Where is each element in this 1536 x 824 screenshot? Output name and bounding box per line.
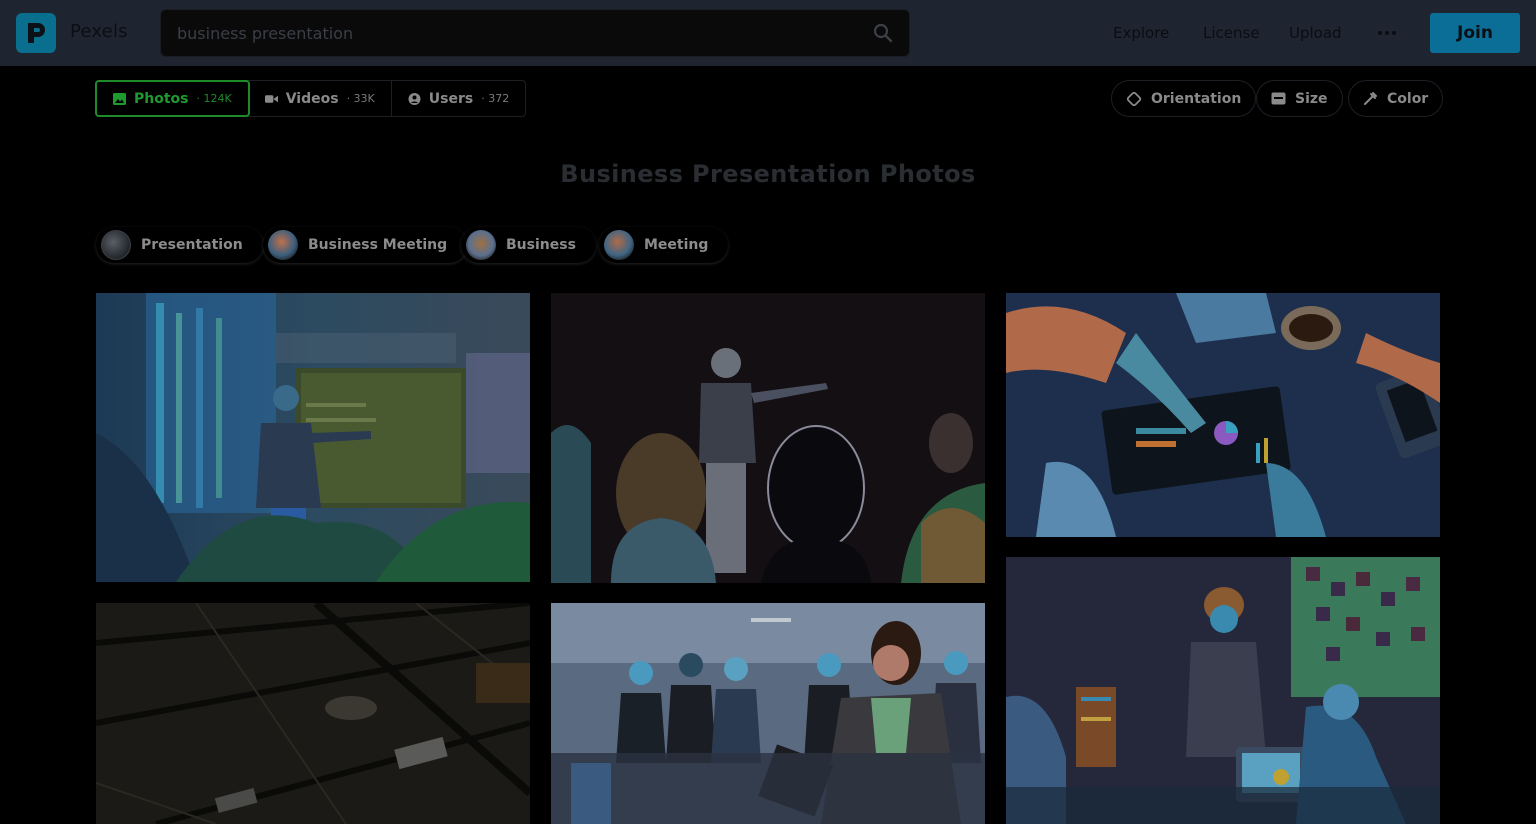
search-icon[interactable]	[873, 23, 893, 43]
chip-label: Business	[506, 237, 576, 253]
tab-videos-label: Videos	[285, 90, 339, 107]
photo-presenter-whiteboard	[96, 293, 530, 582]
photo-card[interactable]	[1006, 557, 1440, 824]
chip-label: Business Meeting	[308, 237, 448, 253]
related-chip-business[interactable]: Business	[461, 227, 596, 263]
nav-license-link[interactable]: License	[1203, 24, 1260, 42]
chip-label: Meeting	[644, 237, 709, 253]
chip-thumbnail	[466, 230, 496, 260]
chip-thumbnail	[268, 230, 298, 260]
top-nav-bar: Pexels Explore License Upload Join	[0, 0, 1536, 66]
orientation-icon	[1126, 91, 1142, 106]
photo-stage-speaker	[551, 293, 985, 583]
more-options-icon[interactable]	[1378, 31, 1396, 35]
photo-office-ceiling	[96, 603, 530, 824]
photo-card[interactable]	[551, 293, 985, 583]
color-filter-button[interactable]: Color	[1348, 80, 1444, 117]
photo-card[interactable]	[96, 293, 530, 582]
orientation-filter-button[interactable]: Orientation	[1111, 80, 1257, 117]
pexels-logo[interactable]	[16, 13, 56, 53]
join-button[interactable]: Join	[1430, 13, 1520, 53]
video-icon	[264, 94, 278, 103]
chip-label: Presentation	[141, 237, 243, 253]
color-picker-icon	[1364, 92, 1377, 105]
tab-photos-count: · 124K	[196, 92, 232, 105]
tab-users-label: Users	[428, 90, 474, 107]
related-chip-business-meeting[interactable]: Business Meeting	[263, 227, 468, 263]
page-title: Business Presentation Photos	[560, 160, 976, 188]
color-filter-label: Color	[1387, 90, 1429, 107]
user-circle-icon	[408, 92, 421, 105]
image-icon	[113, 92, 126, 105]
photo-sticky-note-meeting	[1006, 557, 1440, 824]
chip-thumbnail	[604, 230, 634, 260]
related-chip-presentation[interactable]: Presentation	[96, 227, 263, 263]
photo-card[interactable]	[551, 603, 985, 824]
photo-card[interactable]	[1006, 293, 1440, 537]
tab-videos[interactable]: Videos · 33K	[249, 81, 392, 116]
chip-thumbnail	[101, 230, 131, 260]
nav-explore-link[interactable]: Explore	[1113, 24, 1169, 42]
pexels-logo-icon	[28, 23, 45, 43]
photo-card[interactable]	[96, 603, 530, 824]
tab-users[interactable]: Users · 372	[392, 81, 525, 116]
search-bar[interactable]	[160, 9, 910, 57]
brand-name[interactable]: Pexels	[70, 21, 128, 42]
tab-videos-count: · 33K	[346, 92, 375, 105]
size-icon	[1271, 92, 1286, 105]
size-filter-button[interactable]: Size	[1256, 80, 1343, 117]
tab-photos-label: Photos	[134, 90, 189, 107]
tab-users-count: · 372	[481, 92, 510, 105]
photo-seated-audience	[551, 603, 985, 824]
related-chip-meeting[interactable]: Meeting	[599, 227, 729, 263]
nav-upload-link[interactable]: Upload	[1289, 24, 1342, 42]
media-type-tabs: Photos · 124K Videos · 33K Users · 372	[95, 80, 527, 117]
orientation-filter-label: Orientation	[1151, 90, 1242, 107]
photo-tablet-meeting	[1006, 293, 1440, 537]
search-input[interactable]	[177, 10, 857, 56]
size-filter-label: Size	[1295, 90, 1328, 107]
tab-photos[interactable]: Photos · 124K	[95, 80, 250, 117]
